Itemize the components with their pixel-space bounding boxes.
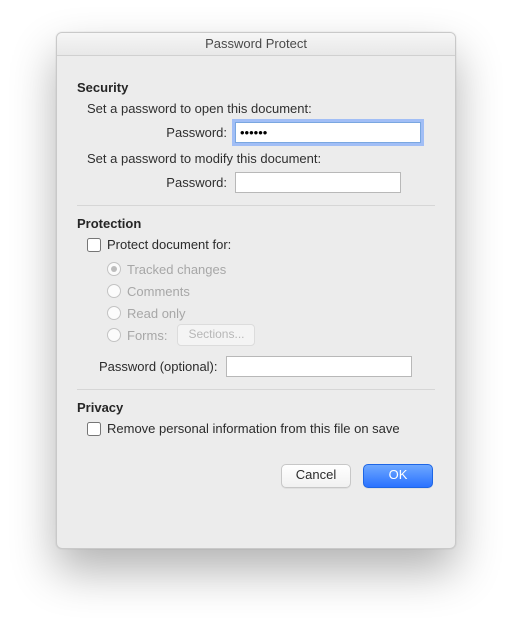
open-password-label: Password: [77,125,235,140]
modify-password-instruction: Set a password to modify this document: [87,151,435,166]
comments-radio [107,284,121,298]
remove-pii-checkbox[interactable] [87,422,101,436]
modify-password-input[interactable] [235,172,401,193]
security-heading: Security [77,80,435,95]
forms-label: Forms: [127,328,167,343]
password-protect-dialog: Password Protect Security Set a password… [56,32,456,549]
optional-password-input[interactable] [226,356,412,377]
read-only-radio [107,306,121,320]
open-password-instruction: Set a password to open this document: [87,101,435,116]
ok-button[interactable]: OK [363,464,433,488]
read-only-label: Read only [127,306,186,321]
protect-document-checkbox[interactable] [87,238,101,252]
forms-radio [107,328,121,342]
sections-button: Sections... [177,324,255,346]
dialog-content: Security Set a password to open this doc… [57,56,455,502]
protection-heading: Protection [77,216,435,231]
tracked-changes-radio [107,262,121,276]
cancel-button[interactable]: Cancel [281,464,351,488]
tracked-changes-label: Tracked changes [127,262,226,277]
protect-document-label: Protect document for: [107,237,231,252]
protection-options: Tracked changes Comments Read only Forms… [107,258,435,346]
modify-password-label: Password: [77,175,235,190]
privacy-heading: Privacy [77,400,435,415]
open-password-input[interactable] [235,122,421,143]
divider [77,389,435,390]
window-title: Password Protect [57,33,455,56]
optional-password-label: Password (optional): [99,359,218,374]
divider [77,205,435,206]
comments-label: Comments [127,284,190,299]
remove-pii-label: Remove personal information from this fi… [107,421,400,436]
